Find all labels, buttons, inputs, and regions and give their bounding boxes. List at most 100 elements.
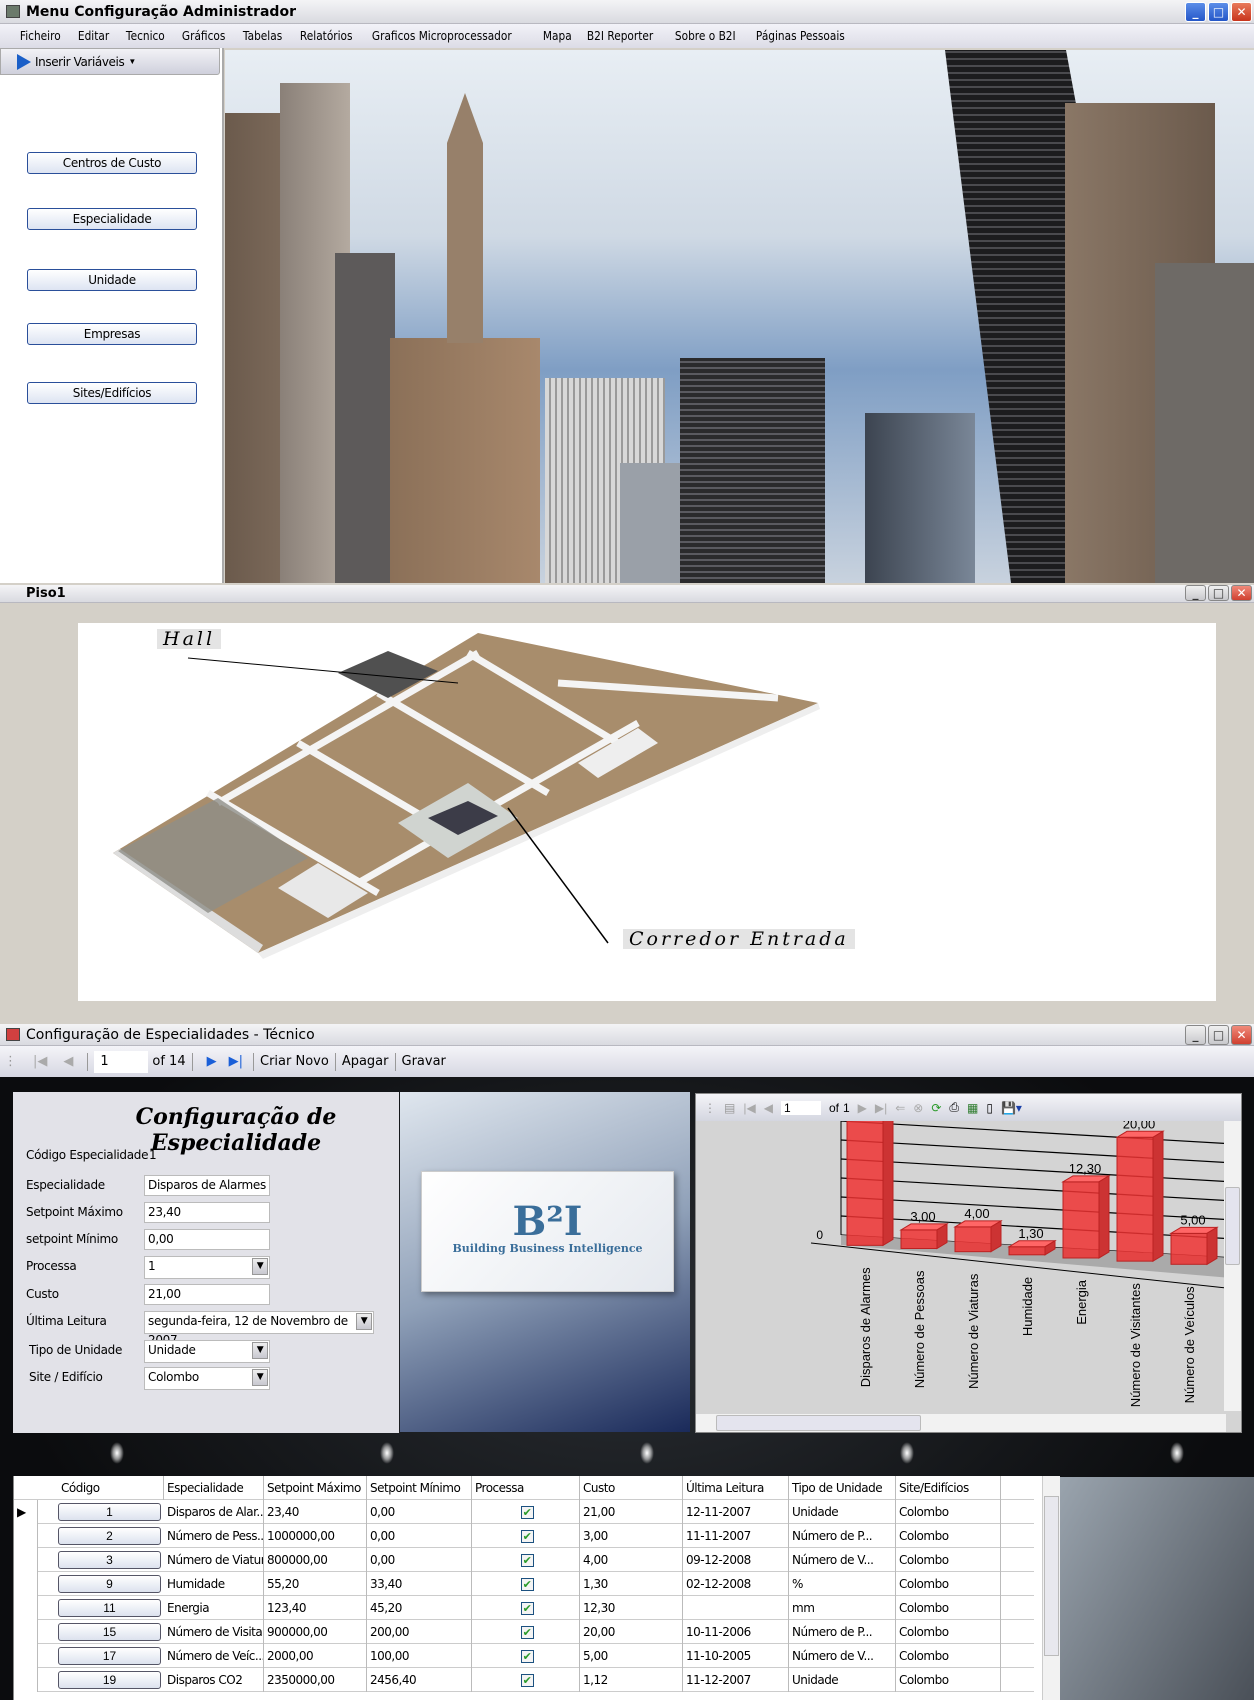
cell-processa[interactable]: ✔	[472, 1668, 580, 1692]
close-button[interactable]: ✕	[1231, 585, 1252, 601]
table-row[interactable]: 11 Energia 123,40 45,20 ✔ 12,30 mm Colombo	[14, 1596, 1034, 1620]
horizontal-scrollbar[interactable]	[696, 1414, 1226, 1432]
field-input-3[interactable]: 0,00	[144, 1229, 270, 1250]
cell-processa[interactable]: ✔	[472, 1524, 580, 1548]
code-button[interactable]: 2	[58, 1527, 161, 1545]
menu-item-relat-rios[interactable]: Relatórios	[292, 29, 360, 43]
field-input-6[interactable]: segunda-feira, 12 de Novembro de 2007▼	[144, 1311, 374, 1347]
chevron-down-icon[interactable]: ▼	[356, 1313, 372, 1330]
checkbox[interactable]: ✔	[520, 1650, 534, 1663]
table-row[interactable]: 17 Número de Veíc... 2000,00 100,00 ✔ 5,00 11-…	[14, 1644, 1034, 1668]
field-input-4[interactable]: 1 ▼	[144, 1256, 270, 1279]
menu-item-tabelas[interactable]: Tabelas	[235, 29, 290, 43]
chevron-down-icon[interactable]: ▼	[252, 1369, 268, 1386]
sidebar-button-3[interactable]: Empresas	[27, 323, 197, 345]
cell-site-edif-cios[interactable]: Colombo	[896, 1572, 1001, 1596]
stop-icon[interactable]: ⊗	[913, 1101, 923, 1115]
column-header[interactable]: Setpoint Mínimo	[367, 1476, 472, 1500]
cell-tipo-de-unidade[interactable]: Unidade	[789, 1668, 896, 1692]
code-button[interactable]: 15	[58, 1623, 161, 1641]
menu-item-editar[interactable]: Editar	[70, 29, 117, 43]
chevron-down-icon[interactable]: ▼	[252, 1342, 268, 1359]
field-input-1[interactable]: Disparos de Alarmes	[144, 1175, 270, 1196]
menu-item-graficos-microprocessador[interactable]: Graficos Microprocessador	[364, 29, 520, 43]
page-input[interactable]: 1	[780, 1100, 821, 1115]
menu-item-mapa[interactable]: Mapa	[535, 29, 580, 43]
column-header[interactable]: Código	[58, 1476, 164, 1500]
checkbox[interactable]: ✔	[520, 1626, 534, 1639]
cell-tipo-de-unidade[interactable]: Número de V...	[789, 1644, 896, 1668]
refresh-icon[interactable]: ⟳	[931, 1101, 941, 1115]
insert-variables-dropdown[interactable]: Inserir Variáveis ▼	[0, 48, 220, 75]
minimize-button[interactable]: _	[1185, 1025, 1206, 1045]
first-page-button[interactable]: |◀	[743, 1101, 755, 1115]
print-icon[interactable]: ⎙	[949, 1100, 959, 1115]
menu-item-sobre-o-b2i[interactable]: Sobre o B2I	[667, 29, 744, 43]
cell-site-edif-cios[interactable]: Colombo	[896, 1596, 1001, 1620]
code-button[interactable]: 17	[58, 1647, 161, 1665]
cell-processa[interactable]: ✔	[472, 1500, 580, 1524]
minimize-button[interactable]: _	[1185, 585, 1206, 601]
code-button[interactable]: 11	[58, 1599, 161, 1617]
sidebar-button-0[interactable]: Centros de Custo	[27, 152, 197, 174]
cell-processa[interactable]: ✔	[472, 1620, 580, 1644]
new-record-button[interactable]: Criar Novo	[260, 1054, 329, 1069]
menu-item-gr-ficos[interactable]: Gráficos	[174, 29, 233, 43]
cell-tipo-de-unidade[interactable]: Número de P...	[789, 1524, 896, 1548]
cell-site-edif-cios[interactable]: Colombo	[896, 1500, 1001, 1524]
field-input-2[interactable]: 23,40	[144, 1202, 270, 1223]
maximize-button[interactable]: □	[1208, 2, 1229, 22]
menu-item-ficheiro[interactable]: Ficheiro	[12, 29, 69, 43]
cell-tipo-de-unidade[interactable]: Número de V...	[789, 1548, 896, 1572]
document-map-icon[interactable]: ▤	[724, 1101, 735, 1115]
previous-record-button[interactable]: ◀	[63, 1054, 73, 1069]
row-selector[interactable]	[14, 1524, 38, 1548]
checkbox[interactable]: ✔	[520, 1602, 534, 1615]
row-selector[interactable]	[14, 1620, 38, 1644]
last-record-button[interactable]: ▶|	[229, 1054, 243, 1069]
sidebar-button-2[interactable]: Unidade	[27, 269, 197, 291]
maximize-button[interactable]: □	[1208, 1025, 1229, 1045]
field-input-8[interactable]: Colombo ▼	[144, 1367, 270, 1390]
code-button[interactable]: 1	[58, 1503, 161, 1521]
row-selector[interactable]	[14, 1572, 38, 1596]
checkbox[interactable]: ✔	[520, 1674, 534, 1687]
cell-tipo-de-unidade[interactable]: Unidade	[789, 1500, 896, 1524]
table-row[interactable]: 3 Número de Viatur... 800000,00 0,00 ✔ 4,00 09…	[14, 1548, 1034, 1572]
column-header[interactable]: Custo	[580, 1476, 683, 1500]
close-button[interactable]: ✕	[1231, 2, 1252, 22]
menu-item-p-ginas-pessoais[interactable]: Páginas Pessoais	[748, 29, 853, 43]
table-row[interactable]: 2 Número de Pess... 1000000,00 0,00 ✔ 3,00 11-…	[14, 1524, 1034, 1548]
column-header[interactable]: Site/Edifícios	[896, 1476, 1001, 1500]
menu-item-b2i-reporter[interactable]: B2I Reporter	[579, 29, 661, 43]
last-page-button[interactable]: ▶|	[875, 1101, 887, 1115]
cell-tipo-de-unidade[interactable]: mm	[789, 1596, 896, 1620]
checkbox[interactable]: ✔	[520, 1530, 534, 1543]
delete-record-button[interactable]: Apagar	[342, 1054, 389, 1069]
cell-site-edif-cios[interactable]: Colombo	[896, 1668, 1001, 1692]
close-button[interactable]: ✕	[1231, 1025, 1252, 1045]
back-icon[interactable]: ⇐	[895, 1101, 905, 1115]
checkbox[interactable]: ✔	[520, 1554, 534, 1567]
sidebar-button-4[interactable]: Sites/Edifícios	[27, 382, 197, 404]
save-icon[interactable]: 💾▾	[1001, 1101, 1022, 1115]
checkbox[interactable]: ✔	[520, 1578, 534, 1591]
record-position-input[interactable]: 1	[94, 1050, 149, 1073]
vertical-scrollbar[interactable]	[1224, 1121, 1241, 1411]
column-header[interactable]: Processa	[472, 1476, 580, 1500]
next-record-button[interactable]: ▶	[207, 1054, 217, 1069]
row-selector[interactable]	[14, 1644, 38, 1668]
row-selector[interactable]: ▶	[14, 1500, 38, 1524]
code-button[interactable]: 3	[58, 1551, 161, 1569]
table-row[interactable]: 19 Disparos CO2 2350000,00 2456,40 ✔ 1,12 11-1…	[14, 1668, 1034, 1692]
table-row[interactable]: 9 Humidade 55,20 33,40 ✔ 1,30 02-12-2008% Colom…	[14, 1572, 1034, 1596]
maximize-button[interactable]: □	[1208, 585, 1229, 601]
cell-processa[interactable]: ✔	[472, 1572, 580, 1596]
next-page-button[interactable]: ▶	[858, 1101, 867, 1115]
page-setup-icon[interactable]: ▯	[986, 1101, 993, 1115]
code-button[interactable]: 9	[58, 1575, 161, 1593]
table-row[interactable]: 15 Número de Visita... 900000,00 200,00 ✔ 20,…	[14, 1620, 1034, 1644]
cell-site-edif-cios[interactable]: Colombo	[896, 1524, 1001, 1548]
row-selector[interactable]	[14, 1596, 38, 1620]
save-record-button[interactable]: Gravar	[402, 1054, 446, 1069]
